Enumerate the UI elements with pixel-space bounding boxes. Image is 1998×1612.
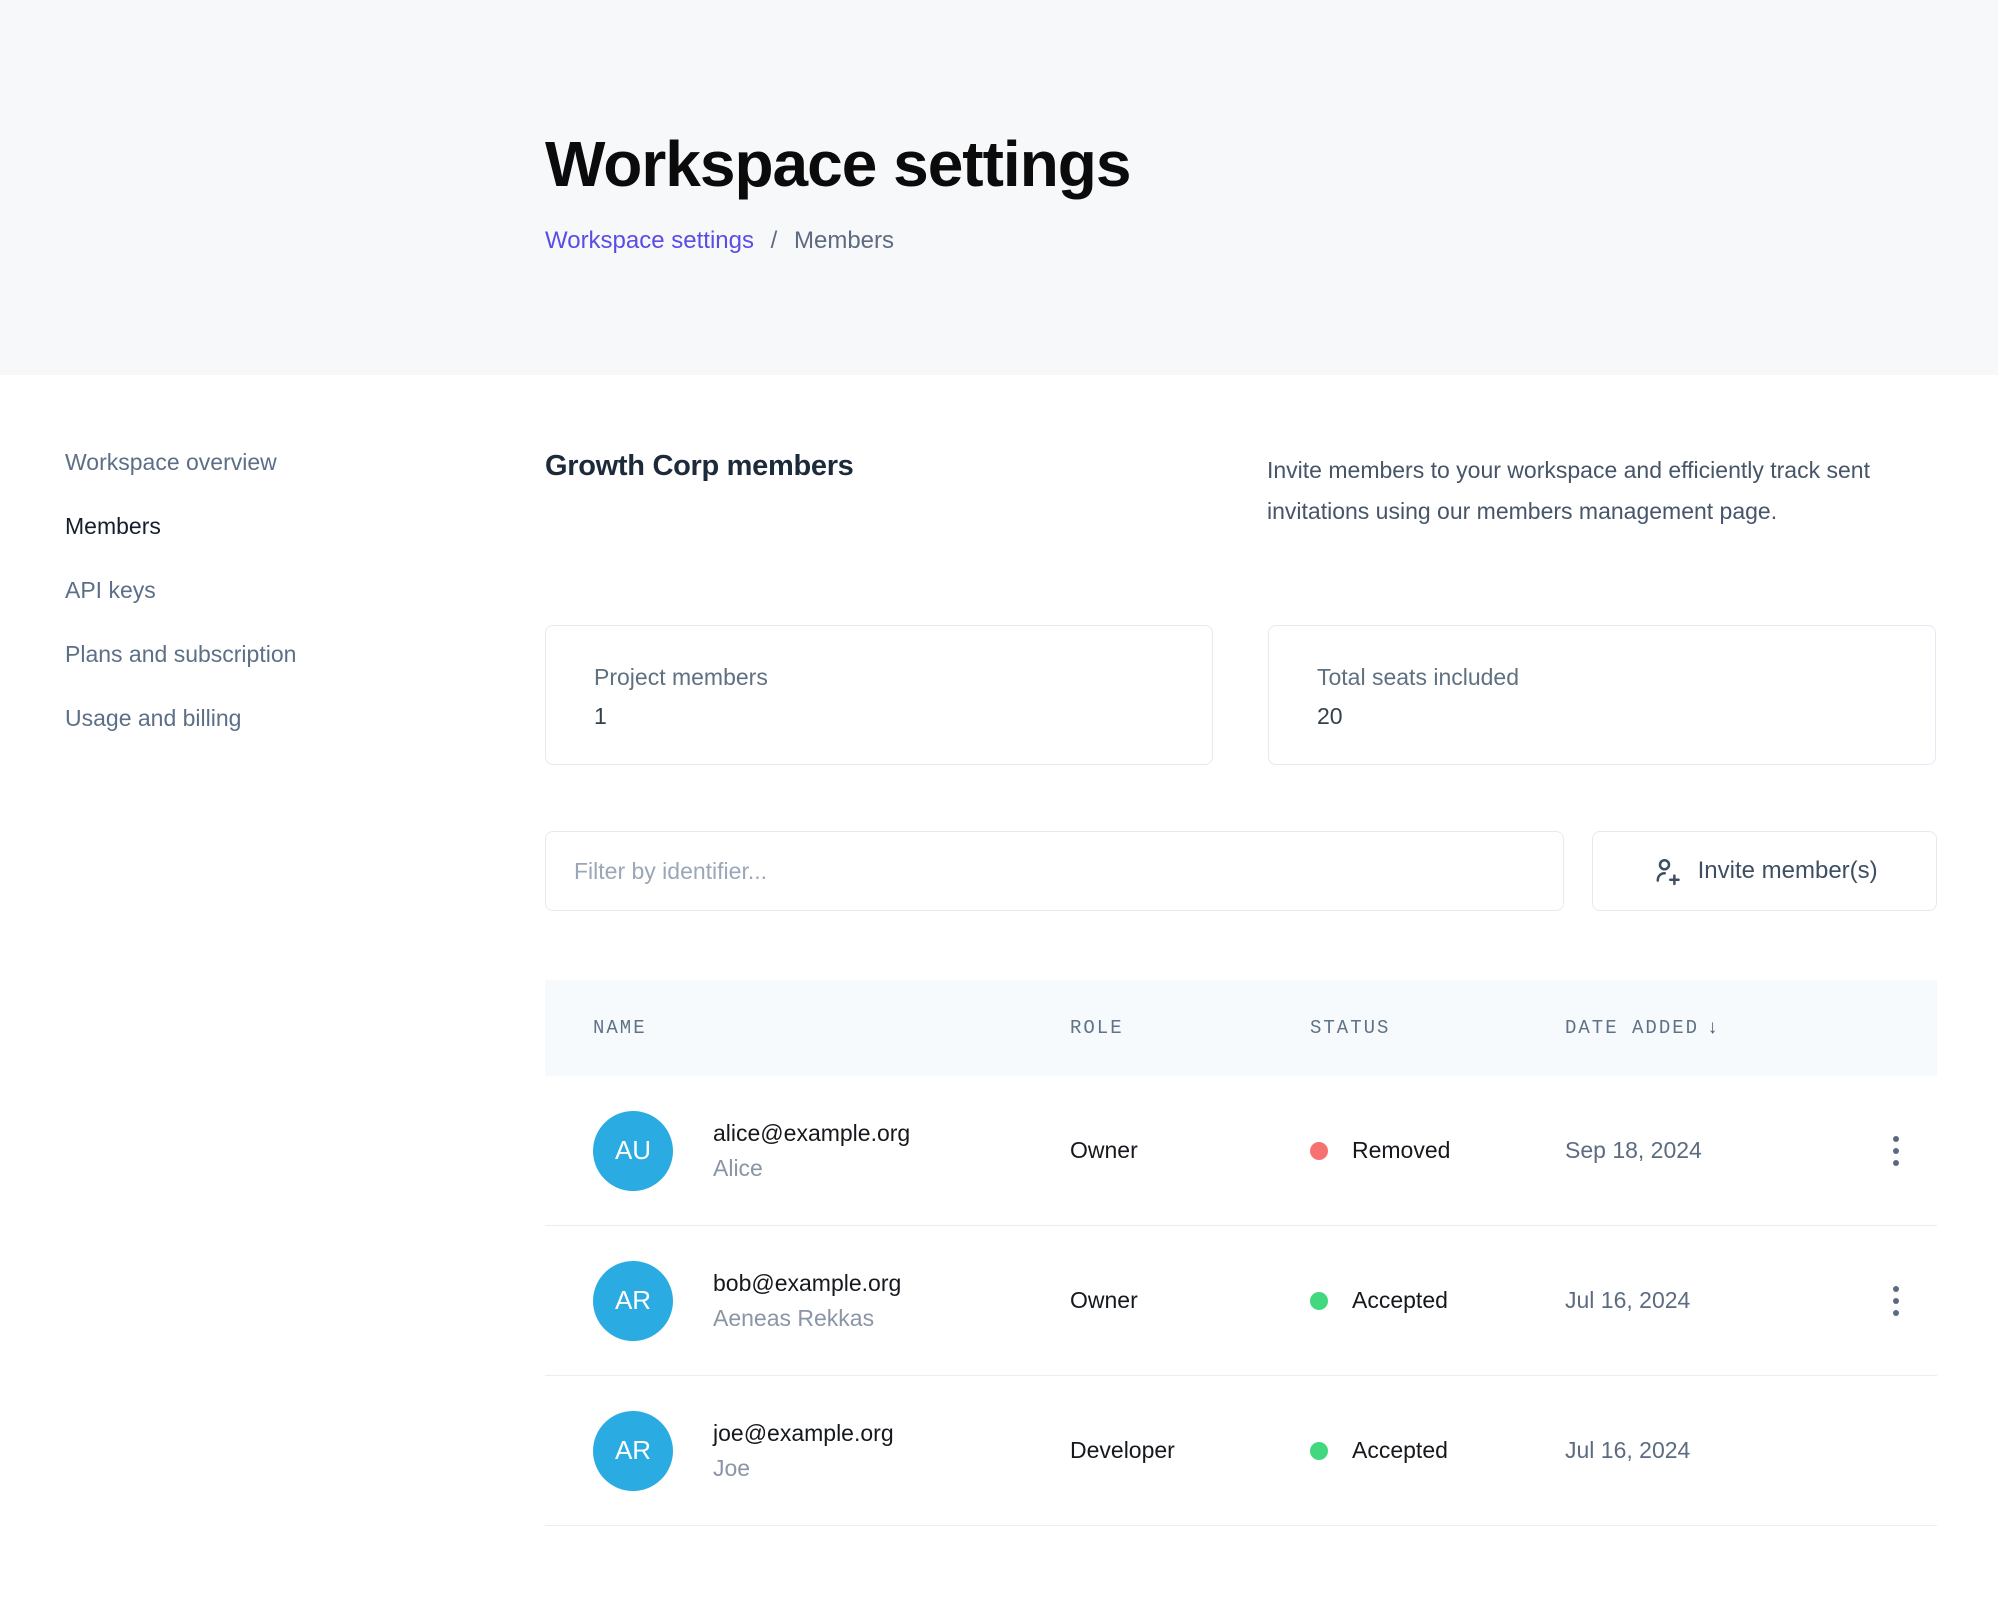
member-name: Alice [713, 1155, 910, 1182]
member-status: Accepted [1310, 1287, 1565, 1314]
invite-members-button[interactable]: Invite member(s) [1592, 831, 1937, 911]
member-email: alice@example.org [713, 1120, 910, 1147]
content-area: Workspace overview Members API keys Plan… [0, 375, 1998, 1526]
stat-label: Project members [594, 664, 1212, 691]
section-heading: Growth Corp members [545, 450, 854, 483]
member-role: Owner [1070, 1137, 1310, 1164]
page-header-banner: Workspace settings Workspace settings / … [0, 0, 1998, 375]
status-dot-icon [1310, 1292, 1328, 1310]
member-role: Owner [1070, 1287, 1310, 1314]
status-dot-icon [1310, 1442, 1328, 1460]
table-header-row: NAME ROLE STATUS DATE ADDED↓ [545, 980, 1937, 1076]
breadcrumb-separator: / [771, 227, 778, 254]
table-row: AR bob@example.org Aeneas Rekkas Owner A… [545, 1226, 1937, 1376]
table-toolbar: Invite member(s) [545, 831, 1937, 911]
sort-desc-icon: ↓ [1707, 1017, 1720, 1039]
sidebar-item-api-keys[interactable]: API keys [65, 578, 545, 602]
column-header-status: STATUS [1310, 1017, 1565, 1039]
person-plus-icon [1652, 856, 1682, 886]
section-description: Invite members to your workspace and eff… [1267, 450, 1937, 532]
stat-card-project-members: Project members 1 [545, 625, 1213, 765]
member-date-added: Sep 18, 2024 [1565, 1137, 1855, 1164]
member-status: Removed [1310, 1137, 1565, 1164]
member-email: joe@example.org [713, 1420, 894, 1447]
invite-members-button-label: Invite member(s) [1698, 857, 1878, 885]
member-status: Accepted [1310, 1437, 1565, 1464]
avatar: AR [593, 1411, 673, 1491]
member-role: Developer [1070, 1437, 1310, 1464]
member-date-added: Jul 16, 2024 [1565, 1437, 1855, 1464]
breadcrumb-link-workspace-settings[interactable]: Workspace settings [545, 227, 754, 254]
sidebar-item-usage-and-billing[interactable]: Usage and billing [65, 706, 545, 730]
member-identity: AU alice@example.org Alice [593, 1111, 1070, 1191]
avatar: AR [593, 1261, 673, 1341]
sidebar-item-workspace-overview[interactable]: Workspace overview [65, 450, 545, 474]
row-menu-kebab-icon[interactable] [1883, 1126, 1909, 1176]
column-header-date-added[interactable]: DATE ADDED↓ [1565, 1017, 1855, 1039]
settings-sidebar: Workspace overview Members API keys Plan… [0, 450, 545, 1526]
status-label: Accepted [1352, 1437, 1448, 1464]
table-row: AU alice@example.org Alice Owner Removed… [545, 1076, 1937, 1226]
table-row: AR joe@example.org Joe Developer Accepte… [545, 1376, 1937, 1526]
member-name: Joe [713, 1455, 894, 1482]
member-name: Aeneas Rekkas [713, 1305, 901, 1332]
column-header-name: NAME [593, 1017, 1070, 1039]
stat-value: 1 [594, 703, 1212, 730]
stat-card-total-seats: Total seats included 20 [1268, 625, 1936, 765]
breadcrumb-current: Members [794, 227, 894, 254]
members-table: NAME ROLE STATUS DATE ADDED↓ AU alice@ex… [545, 980, 1937, 1526]
page-title: Workspace settings [545, 127, 1998, 201]
members-panel: Growth Corp members Invite members to yo… [545, 450, 1937, 1526]
status-dot-icon [1310, 1142, 1328, 1160]
column-header-role: ROLE [1070, 1017, 1310, 1039]
breadcrumb: Workspace settings / Members [545, 227, 1998, 255]
member-identity: AR joe@example.org Joe [593, 1411, 1070, 1491]
sidebar-item-members[interactable]: Members [65, 514, 545, 538]
stat-cards: Project members 1 Total seats included 2… [545, 625, 1937, 765]
member-date-added: Jul 16, 2024 [1565, 1287, 1855, 1314]
stat-label: Total seats included [1317, 664, 1935, 691]
member-email: bob@example.org [713, 1270, 901, 1297]
status-label: Accepted [1352, 1287, 1448, 1314]
members-header: Growth Corp members Invite members to yo… [545, 450, 1937, 570]
avatar: AU [593, 1111, 673, 1191]
row-menu-kebab-icon[interactable] [1883, 1276, 1909, 1326]
member-identity: AR bob@example.org Aeneas Rekkas [593, 1261, 1070, 1341]
status-label: Removed [1352, 1137, 1450, 1164]
filter-input[interactable] [545, 831, 1564, 911]
sidebar-item-plans-and-subscription[interactable]: Plans and subscription [65, 642, 545, 666]
stat-value: 20 [1317, 703, 1935, 730]
